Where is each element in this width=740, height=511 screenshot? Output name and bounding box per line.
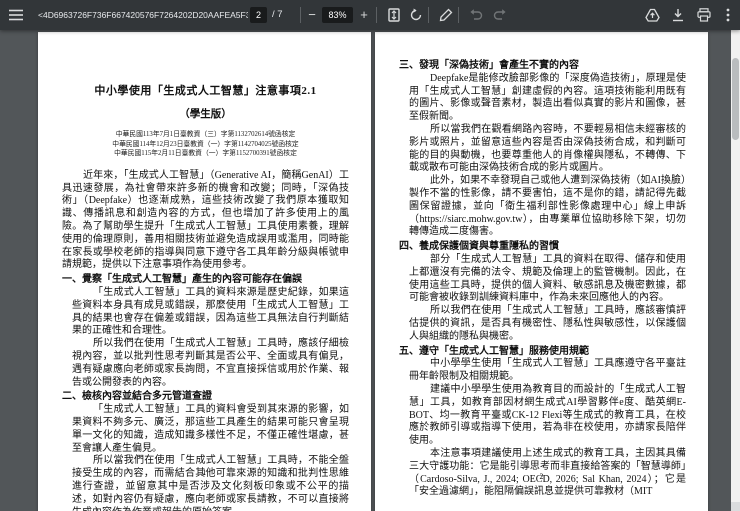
document-heading: 中小學使用「生成式人工智慧」注意事項2.1	[94, 85, 317, 97]
toolbar-divider	[300, 7, 301, 23]
section-heading: 二、檢核內容並結合多元管道查證	[62, 391, 212, 403]
section-paragraph: 中小學學生使用「生成式人工智慧」工具應遵守各平臺註冊年齡限制及相關規範。	[409, 358, 686, 383]
menu-button[interactable]	[4, 0, 28, 30]
fit-page-icon	[388, 8, 400, 22]
zoom-level-input[interactable]: 83%	[322, 7, 353, 23]
section-paragraph: 所以我們在使用「生成式人工智慧」工具時，應該仔細檢視內容，並以批判性思考判斷其是…	[72, 338, 349, 388]
toolbar-divider	[428, 7, 429, 23]
section-paragraph: 所以當我們在觀看網路內容時，不要輕易相信未經審核的影片或照片，並留意這些內容是否…	[409, 123, 686, 174]
zoom-out-button[interactable]: −	[304, 0, 320, 30]
pdf-toolbar: <4D6963726F736F667420576F7264202D20AAFEA…	[0, 0, 740, 30]
approval-line: 中華民國113年7月1日臺教資（三）字第1132702614號函核定	[115, 131, 296, 138]
more-options-button[interactable]	[716, 0, 740, 30]
zoom-in-button[interactable]: +	[356, 0, 372, 30]
annotate-button[interactable]	[434, 0, 458, 30]
print-button[interactable]	[692, 0, 716, 30]
page-number-footer: 1	[202, 468, 207, 477]
document-subheading: （學生版）	[179, 109, 232, 120]
scrollbar-corner	[731, 502, 740, 511]
section-paragraph: 所以當我們在使用「生成式人工智慧」工具時，不能全盤接受生成的內容，而需結合其他可…	[72, 455, 349, 511]
approval-line: 中華民國115年2月11日臺教資（一）字第1152700391號函核定	[114, 150, 297, 158]
section-paragraph: 部分「生成式人工智慧」工具的資料在取得、儲存和使用上都還沒有完備的法令、規範及倫…	[409, 253, 686, 304]
fit-page-button[interactable]	[382, 0, 406, 30]
section-paragraph: 建議中小學學生使用為教育目的而設計的「生成式人工智慧」工具，如教育部因材網生成式…	[409, 383, 686, 447]
download-icon	[673, 9, 683, 22]
save-to-drive-button[interactable]	[640, 0, 664, 30]
download-button[interactable]	[666, 0, 690, 30]
section-heading: 四、養成保護個資與尊重隱私的習慣	[399, 241, 559, 253]
print-icon	[697, 8, 711, 22]
toolbar-divider	[376, 7, 377, 23]
section-heading: 一、覺察「生成式人工智慧」產生的內容可能存在偏誤	[62, 274, 302, 286]
scrollbar-thumb[interactable]	[732, 58, 739, 140]
save-to-drive-icon	[644, 8, 660, 22]
section-paragraph: 所以我們在使用「生成式人工智慧」工具時，應該審慎評估提供的資訊，是否具有機密性、…	[409, 305, 686, 342]
pdf-page-1: 中小學使用「生成式人工智慧」注意事項2.1 （學生版） 中華民國113年7月1日…	[38, 32, 371, 511]
approval-lines: 中華民國113年7月1日臺教資（三）字第1132702614號函核定 中華民國1…	[62, 130, 349, 159]
section-paragraph: Deepfake是能修改臉部影像的「深度偽造技術」，原理是使用「生成式人工智慧」…	[409, 72, 686, 123]
rotate-button[interactable]	[404, 0, 428, 30]
intro-paragraph: 近年來，「生成式人工智慧」（Generative AI，簡稱GenAI）工具迅速…	[62, 169, 349, 271]
pdf-page-2: 三、發現「深偽技術」會產生不實的內容 Deepfake是能修改臉部影像的「深度偽…	[375, 32, 708, 511]
section-paragraph: 「生成式人工智慧」工具的資料來源是歷史紀錄，如果這些資料本身具有成見或錯誤，那麼…	[72, 286, 349, 337]
section-paragraph: 此外，如果不幸發現自己或他人遭到深偽技術（如AI換臉）製作不當的性影像，請不要害…	[409, 175, 686, 238]
pdf-viewport[interactable]: 中小學使用「生成式人工智慧」注意事項2.1 （學生版） 中華民國113年7月1日…	[0, 30, 740, 511]
rotate-icon	[410, 8, 422, 21]
undo-icon	[470, 9, 483, 20]
more-vert-icon	[726, 8, 730, 22]
document-title: <4D6963726F736F667420576F7264202D20AAFEA…	[38, 10, 248, 20]
page-number-input[interactable]: 2	[250, 7, 267, 23]
redo-button[interactable]	[488, 0, 512, 30]
page-number-footer: 2	[539, 472, 544, 481]
page-count-label: / 7	[272, 9, 283, 20]
redo-icon	[493, 9, 506, 20]
vertical-scrollbar[interactable]	[731, 30, 740, 511]
undo-button[interactable]	[464, 0, 488, 30]
section-heading: 五、遵守「生成式人工智慧」服務使用規範	[399, 345, 589, 357]
section-heading: 三、發現「深偽技術」會產生不實的內容	[399, 60, 579, 71]
menu-icon	[9, 9, 23, 21]
pen-icon	[439, 8, 453, 22]
section-paragraph: 「生成式人工智慧」工具的資料會受到其來源的影響，如果資料不夠多元、廣泛，那這些工…	[72, 404, 349, 454]
approval-line: 中華民國114年12月23日臺教資（一）字第1142704025號函核定	[112, 140, 299, 148]
toolbar-divider	[458, 7, 459, 23]
